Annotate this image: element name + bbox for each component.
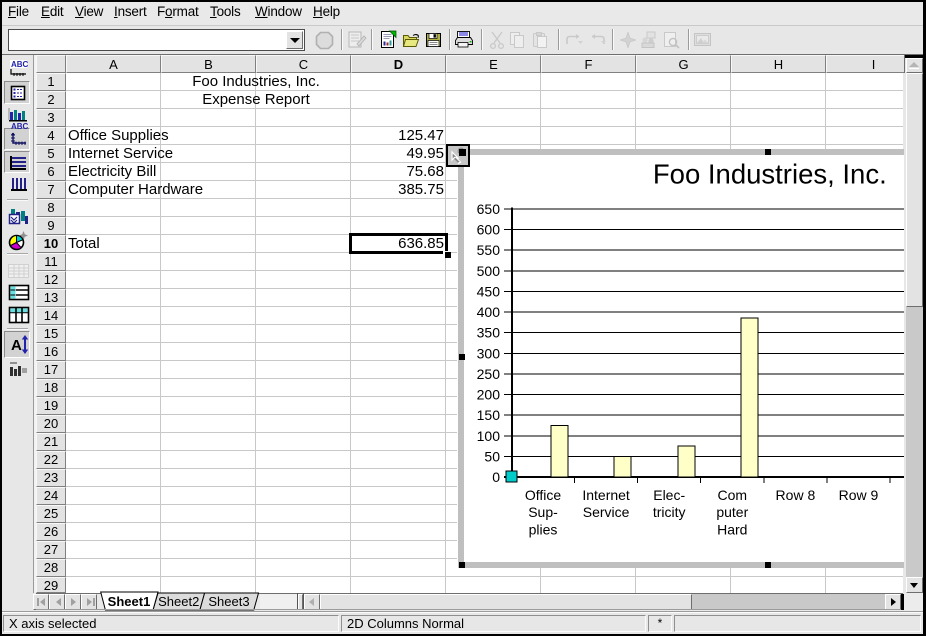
svg-text:400: 400 [477, 304, 501, 320]
svg-text:plies: plies [529, 521, 558, 537]
svg-text:Office: Office [525, 487, 562, 503]
svg-text:Sheet3: Sheet3 [208, 594, 249, 609]
svg-text:ABC: ABC [11, 60, 29, 69]
svg-text:100: 100 [477, 428, 501, 444]
svg-text:500: 500 [477, 263, 501, 279]
svg-text:Row 9: Row 9 [839, 487, 879, 503]
svg-text:350: 350 [477, 325, 501, 341]
svg-text:150: 150 [477, 407, 501, 423]
svg-text:A: A [11, 337, 22, 354]
svg-text:250: 250 [477, 366, 501, 382]
svg-text:Com: Com [718, 487, 748, 503]
svg-text:ABC: ABC [11, 122, 29, 131]
svg-text:300: 300 [477, 345, 501, 361]
svg-text:Sheet2: Sheet2 [158, 594, 199, 609]
svg-text:puter: puter [716, 504, 748, 520]
svg-text:tricity: tricity [653, 504, 686, 520]
svg-text:Hard: Hard [717, 521, 747, 537]
svg-text:450: 450 [477, 284, 501, 300]
svg-text:600: 600 [477, 222, 501, 238]
svg-text:50: 50 [484, 448, 500, 464]
svg-text:0: 0 [492, 469, 500, 485]
svg-text:Elec-: Elec- [653, 487, 685, 503]
svg-text:Foo Industries, Inc.: Foo Industries, Inc. [653, 159, 887, 190]
svg-text:550: 550 [477, 242, 501, 258]
svg-text:Row 8: Row 8 [776, 487, 816, 503]
svg-text:Internet: Internet [582, 487, 630, 503]
svg-text:Service: Service [583, 504, 630, 520]
svg-text:Sup-: Sup- [528, 504, 558, 520]
svg-text:650: 650 [477, 201, 501, 217]
svg-text:200: 200 [477, 387, 501, 403]
svg-text:Sheet1: Sheet1 [108, 594, 151, 609]
